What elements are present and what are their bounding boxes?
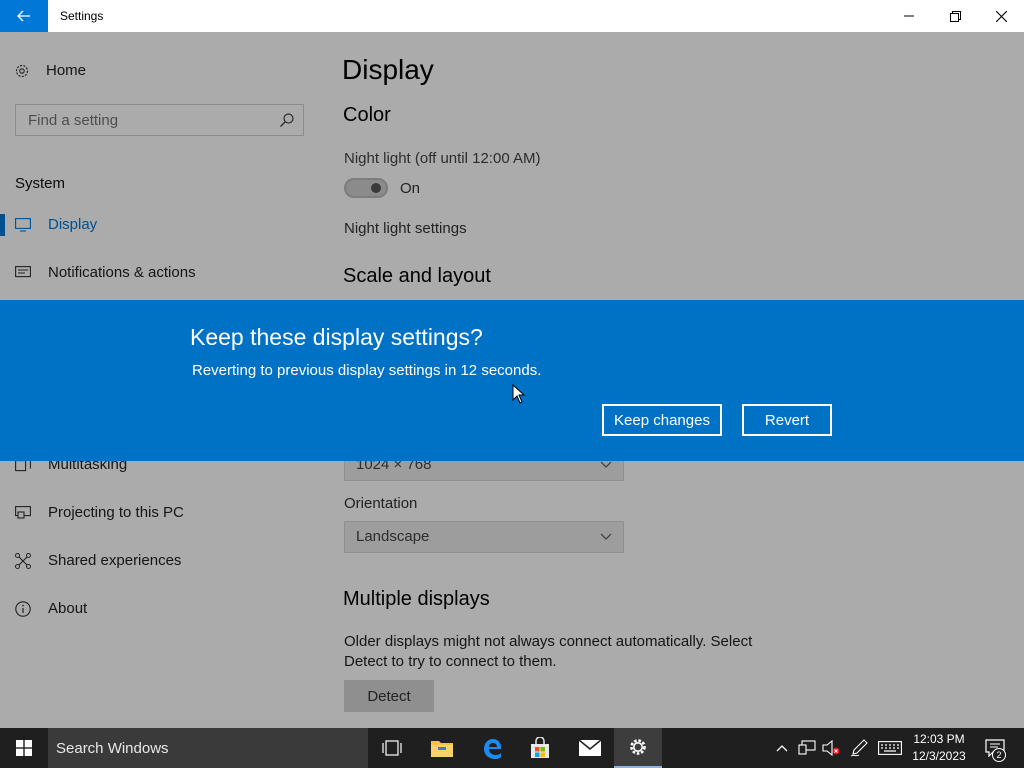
pen-ink-button[interactable] — [848, 728, 870, 768]
title-bar: Settings — [0, 0, 1024, 32]
notification-count-badge: 2 — [992, 748, 1006, 762]
network-icon — [798, 740, 816, 755]
back-button[interactable] — [0, 0, 48, 32]
settings-taskbar-button[interactable] — [614, 728, 662, 768]
volume-muted-icon — [822, 740, 840, 756]
taskbar-search-box[interactable]: Search Windows — [48, 728, 368, 768]
keep-changes-button[interactable]: Keep changes — [602, 404, 722, 436]
system-clock[interactable]: 12:03 PM 12/3/2023 — [904, 731, 974, 765]
start-button[interactable] — [0, 728, 48, 768]
restore-icon — [949, 10, 961, 22]
restore-button[interactable] — [932, 0, 978, 32]
folder-icon — [431, 741, 453, 757]
show-hidden-icons-button[interactable] — [774, 728, 790, 768]
close-icon — [995, 10, 1007, 22]
mail-button[interactable] — [566, 728, 614, 768]
pen-icon — [850, 739, 868, 757]
dialog-title: Keep these display settings? — [190, 324, 483, 350]
revert-button[interactable]: Revert — [742, 404, 832, 436]
network-button[interactable] — [796, 728, 818, 768]
dialog-message: Reverting to previous display settings i… — [192, 362, 542, 379]
keyboard-icon — [878, 741, 902, 755]
store-icon — [531, 737, 549, 758]
mouse-cursor-icon — [512, 384, 525, 404]
gear-icon — [630, 739, 646, 755]
keep-settings-dialog: Keep these display settings? Reverting t… — [0, 300, 1024, 461]
volume-button[interactable] — [820, 728, 842, 768]
windows-logo-icon — [16, 740, 32, 756]
edge-browser-button[interactable] — [468, 728, 516, 768]
mail-icon — [578, 739, 602, 756]
back-arrow-icon — [17, 10, 30, 22]
store-button[interactable] — [516, 728, 564, 768]
minimize-button[interactable] — [886, 0, 932, 32]
clock-date: 12/3/2023 — [912, 749, 966, 763]
file-explorer-button[interactable] — [418, 728, 466, 768]
edge-icon — [484, 739, 501, 759]
task-view-icon — [382, 740, 402, 756]
taskbar-search-text: Search Windows — [56, 739, 169, 757]
clock-time: 12:03 PM — [913, 732, 965, 746]
chevron-up-icon — [776, 745, 788, 752]
touch-keyboard-button[interactable] — [876, 728, 904, 768]
task-view-button[interactable] — [368, 728, 416, 768]
taskbar: Search Windows 12:03 PM 12/3/2023 2 — [0, 728, 1024, 768]
window-title: Settings — [60, 9, 104, 23]
close-button[interactable] — [978, 0, 1024, 32]
minimize-icon — [904, 15, 914, 17]
